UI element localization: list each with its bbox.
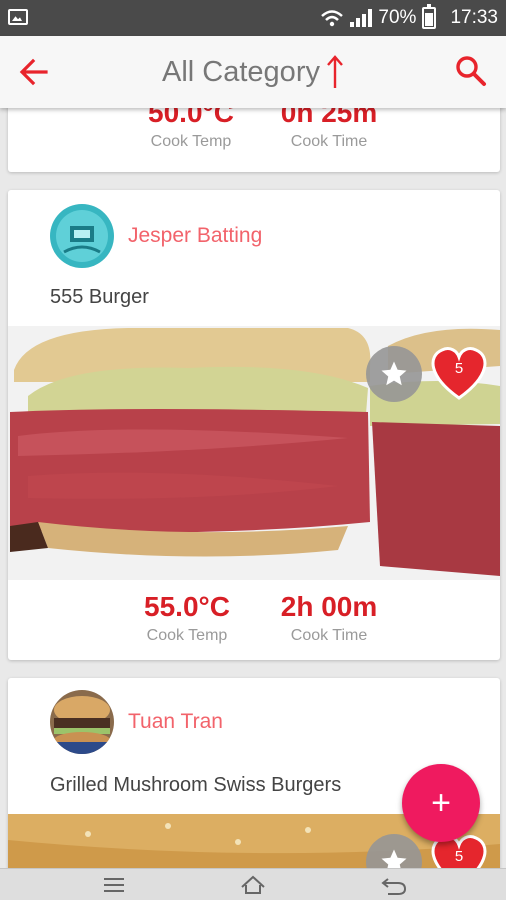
cook-time-value: 2h 00m	[280, 591, 378, 622]
star-icon	[381, 849, 407, 868]
recipe-card[interactable]: Jesper Batting 555 Burger 5 55.0°C Cook …	[8, 190, 500, 660]
recipe-title[interactable]: 555 Burger	[50, 286, 149, 309]
page-title[interactable]: All Category	[162, 56, 320, 89]
add-recipe-button[interactable]: +	[402, 764, 480, 842]
recipe-card[interactable]: 50.0°C Cook Temp 0h 25m Cook Time	[8, 108, 500, 172]
status-icons: 70% 17:33	[320, 0, 498, 36]
star-icon	[381, 361, 407, 386]
back-nav-icon[interactable]	[380, 873, 408, 897]
cook-time-value: 0h 25m	[280, 108, 378, 128]
recipe-photo[interactable]: 5	[8, 326, 500, 580]
home-icon[interactable]	[239, 873, 267, 897]
like-count: 5	[454, 360, 464, 377]
avatar[interactable]	[50, 690, 114, 754]
recipe-title[interactable]: Grilled Mushroom Swiss Burgers	[50, 774, 341, 797]
recipe-feed[interactable]: 50.0°C Cook Temp 0h 25m Cook Time Jesper…	[0, 108, 506, 868]
avatar[interactable]	[50, 204, 114, 268]
battery-icon	[422, 4, 437, 29]
cook-stats: 50.0°C Cook Temp 0h 25m Cook Time	[8, 108, 500, 172]
status-bar: 70% 17:33	[0, 0, 506, 36]
author-row[interactable]: Jesper Batting	[50, 204, 262, 268]
cook-temp-label: Cook Temp	[150, 133, 232, 150]
author-name[interactable]: Jesper Batting	[128, 224, 262, 248]
author-row[interactable]: Tuan Tran	[50, 690, 223, 754]
cook-stats: 55.0°C Cook Temp 2h 00m Cook Time	[8, 590, 500, 660]
signal-icon	[350, 9, 373, 27]
clock: 17:33	[450, 7, 498, 28]
cook-time-label: Cook Time	[290, 627, 368, 644]
cook-time-label: Cook Time	[290, 133, 368, 150]
image-notification-icon	[8, 9, 28, 25]
cook-temp-value: 55.0°C	[144, 591, 230, 622]
favorite-button[interactable]	[366, 346, 422, 402]
battery-percent: 70%	[378, 7, 417, 28]
plus-icon: +	[431, 783, 451, 822]
search-icon[interactable]	[454, 54, 488, 88]
cook-temp-value: 50.0°C	[148, 108, 234, 128]
like-count: 5	[454, 848, 464, 865]
menu-icon[interactable]	[100, 873, 128, 897]
author-name[interactable]: Tuan Tran	[128, 710, 223, 734]
sort-up-arrow-icon[interactable]	[326, 55, 344, 89]
cook-temp-label: Cook Temp	[146, 627, 228, 644]
wifi-icon	[321, 10, 344, 27]
system-nav-bar	[0, 868, 506, 900]
app-bar: All Category	[0, 36, 506, 108]
like-button[interactable]: 5	[430, 346, 488, 400]
